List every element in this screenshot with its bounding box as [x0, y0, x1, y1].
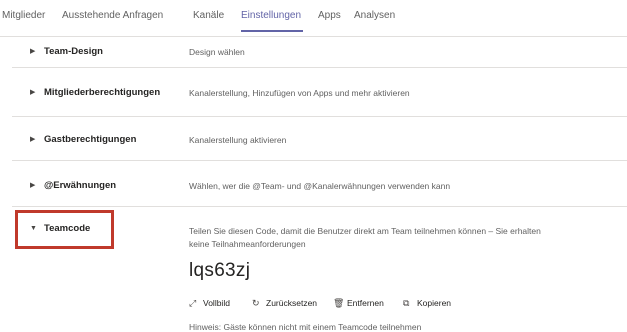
refresh-icon: ↻ — [252, 298, 260, 308]
setting-row-member-permissions[interactable]: ▶ Mitgliederberechtigungen Kanalerstellu… — [12, 68, 627, 117]
tab-channels[interactable]: Kanäle — [193, 10, 224, 21]
setting-row-mentions[interactable]: ▶ @Erwähnungen Wählen, wer die @Team- un… — [12, 161, 627, 207]
remove-label: Entfernen — [347, 298, 384, 308]
settings-panel: ▶ Team-Design Design wählen ▶ Mitglieder… — [12, 37, 627, 332]
setting-description: Kanalerstellung aktivieren — [189, 135, 287, 145]
reset-button[interactable]: ↻ Zurücksetzen — [252, 298, 317, 309]
tab-analytics[interactable]: Analysen — [354, 10, 395, 21]
team-code-value: lqs63zj — [189, 260, 251, 281]
setting-description: Kanalerstellung, Hinzufügen von Apps und… — [189, 88, 410, 98]
chevron-right-icon[interactable]: ▶ — [30, 181, 35, 189]
setting-title: @Erwähnungen — [44, 180, 117, 191]
active-tab-indicator — [241, 30, 303, 32]
setting-row-team-design[interactable]: ▶ Team-Design Design wählen — [12, 37, 627, 68]
copy-label: Kopieren — [417, 298, 452, 308]
expand-icon: ⤢ — [189, 298, 197, 308]
chevron-right-icon[interactable]: ▶ — [30, 135, 35, 143]
highlight-annotation — [15, 210, 114, 249]
team-code-description-line1: Teilen Sie diesen Code, damit die Benutz… — [189, 226, 541, 236]
tab-bar: Mitglieder Ausstehende Anfragen Kanäle E… — [0, 0, 627, 37]
copy-icon: ⧉ — [403, 298, 410, 308]
chevron-right-icon[interactable]: ▶ — [30, 47, 35, 55]
tab-pending-requests[interactable]: Ausstehende Anfragen — [62, 10, 163, 21]
reset-label: Zurücksetzen — [266, 298, 318, 308]
setting-title: Mitgliederberechtigungen — [44, 87, 161, 98]
chevron-right-icon[interactable]: ▶ — [30, 88, 35, 96]
team-code-hint: Hinweis: Gäste können nicht mit einem Te… — [189, 322, 422, 332]
setting-description: Wählen, wer die @Team- und @Kanalerwähnu… — [189, 181, 451, 191]
setting-title: Team-Design — [44, 46, 103, 57]
team-code-description: Teilen Sie diesen Code, damit die Benutz… — [189, 225, 627, 251]
fullscreen-button[interactable]: ⤢ Vollbild — [189, 298, 230, 309]
setting-description: Design wählen — [189, 47, 245, 57]
remove-button[interactable]: 🗑 Entfernen — [333, 298, 384, 309]
tab-apps[interactable]: Apps — [318, 10, 341, 21]
team-code-description-line2: keine Teilnahmeanforderungen — [189, 239, 306, 249]
tab-members[interactable]: Mitglieder — [2, 10, 45, 21]
setting-row-guest-permissions[interactable]: ▶ Gastberechtigungen Kanalerstellung akt… — [12, 117, 627, 161]
copy-button[interactable]: ⧉ Kopieren — [403, 298, 451, 309]
fullscreen-label: Vollbild — [203, 298, 230, 308]
trash-icon: 🗑 — [333, 298, 345, 308]
tab-settings[interactable]: Einstellungen — [241, 10, 301, 21]
setting-title: Gastberechtigungen — [44, 134, 137, 145]
